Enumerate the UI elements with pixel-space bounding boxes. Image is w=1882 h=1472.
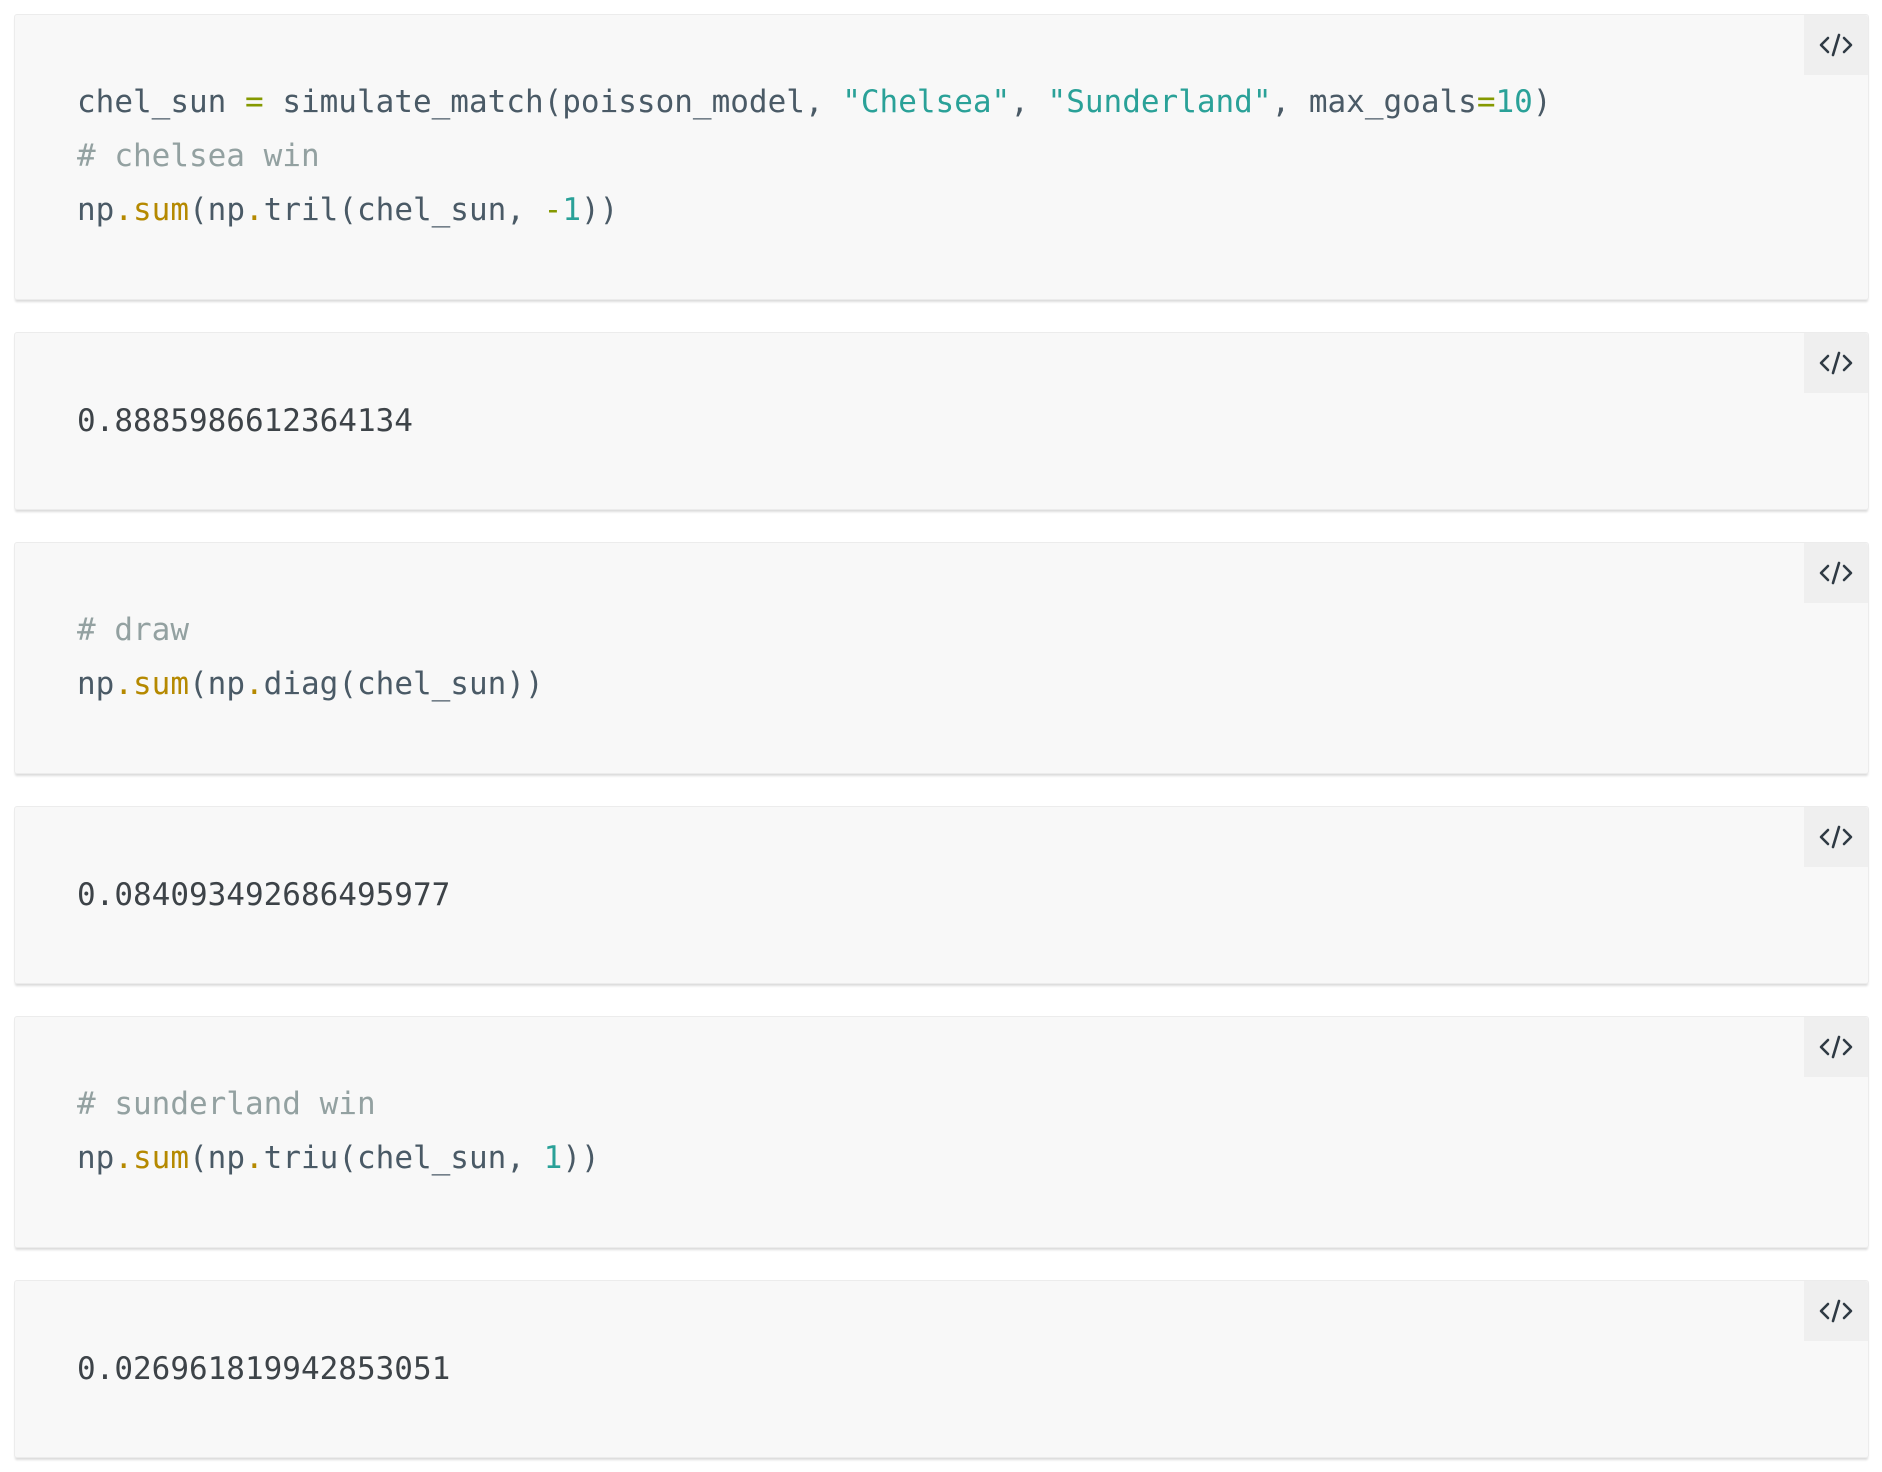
code-token: np xyxy=(77,192,115,228)
copy-code-button[interactable] xyxy=(1804,807,1868,867)
output-text: 0.8885986612364134 xyxy=(77,394,413,448)
output-value: 0.026961819942853051 xyxy=(77,1351,451,1387)
code-comment: # draw xyxy=(77,612,189,648)
code-line: np.sum(np.tril(chel_sun, -1)) xyxy=(77,183,1552,237)
output-text: 0.026961819942853051 xyxy=(77,1342,450,1396)
code-icon xyxy=(1819,823,1853,851)
code-comment: # chelsea win xyxy=(77,138,320,174)
code-token: . xyxy=(114,666,133,702)
code-token: triu(chel_sun, xyxy=(263,1140,544,1176)
code-token: np xyxy=(77,1140,115,1176)
code-cell-3: # sunderland win np.sum(np.triu(chel_sun,… xyxy=(14,1016,1869,1248)
code-line: np.sum(np.diag(chel_sun)) xyxy=(77,657,544,711)
code-cell-2: # draw np.sum(np.diag(chel_sun)) xyxy=(14,542,1869,774)
copy-code-button[interactable] xyxy=(1804,1017,1868,1077)
code-token: chel_sun xyxy=(77,84,245,120)
code-icon xyxy=(1819,1033,1853,1061)
code-token: (np xyxy=(189,1140,245,1176)
code-token: diag(chel_sun)) xyxy=(263,666,544,702)
code-token: . xyxy=(245,1140,264,1176)
code-token: 1 xyxy=(543,1140,563,1176)
code-icon xyxy=(1819,1297,1853,1325)
code-token: (np xyxy=(189,192,245,228)
copy-code-button[interactable] xyxy=(1804,15,1868,75)
code-token: (np xyxy=(189,666,245,702)
code-token: ) xyxy=(1532,84,1552,120)
output-text: 0.084093492686495977 xyxy=(77,868,450,922)
code-block: chel_sun = simulate_match(poisson_model,… xyxy=(77,75,1552,237)
code-token: 1 xyxy=(562,192,581,228)
copy-code-button[interactable] xyxy=(1804,543,1868,603)
code-token: "Chelsea" xyxy=(842,84,1011,120)
code-token: . xyxy=(114,1140,133,1176)
code-token: sum xyxy=(133,666,189,702)
code-token: = xyxy=(244,84,264,120)
code-icon xyxy=(1819,559,1853,587)
code-token: , xyxy=(1010,84,1048,120)
copy-code-button[interactable] xyxy=(1804,333,1868,393)
code-icon xyxy=(1819,31,1853,59)
code-cell-1: chel_sun = simulate_match(poisson_model,… xyxy=(14,14,1869,300)
code-token: "Sunderland" xyxy=(1047,84,1272,120)
code-line: # draw xyxy=(77,603,544,657)
code-token: simulate_match(poisson_model, xyxy=(263,84,843,120)
output-value: 0.8885986612364134 xyxy=(77,403,413,439)
code-token: )) xyxy=(562,1140,600,1176)
code-token: , max_goals xyxy=(1271,84,1477,120)
code-token: = xyxy=(1476,84,1496,120)
code-comment: # sunderland win xyxy=(77,1086,376,1122)
code-token: 10 xyxy=(1495,84,1533,120)
code-token: tril(chel_sun, xyxy=(263,192,544,228)
code-token: np xyxy=(77,666,115,702)
code-token: . xyxy=(245,192,264,228)
code-token: )) xyxy=(580,192,619,228)
code-line: # chelsea win xyxy=(77,129,1552,183)
code-line: np.sum(np.triu(chel_sun, 1)) xyxy=(77,1131,600,1185)
code-block: # sunderland win np.sum(np.triu(chel_sun,… xyxy=(77,1077,600,1185)
output-cell-1: 0.8885986612364134 xyxy=(14,332,1869,510)
code-token: . xyxy=(114,192,133,228)
code-token: sum xyxy=(133,192,189,228)
code-token: - xyxy=(543,192,563,228)
copy-code-button[interactable] xyxy=(1804,1281,1868,1341)
code-line: chel_sun = simulate_match(poisson_model,… xyxy=(77,75,1552,129)
code-block: # draw np.sum(np.diag(chel_sun)) xyxy=(77,603,544,711)
code-token: sum xyxy=(133,1140,189,1176)
code-icon xyxy=(1819,349,1853,377)
code-line: # sunderland win xyxy=(77,1077,600,1131)
output-cell-2: 0.084093492686495977 xyxy=(14,806,1869,984)
output-cell-3: 0.026961819942853051 xyxy=(14,1280,1869,1458)
code-token: . xyxy=(245,666,264,702)
output-value: 0.084093492686495977 xyxy=(77,877,451,913)
